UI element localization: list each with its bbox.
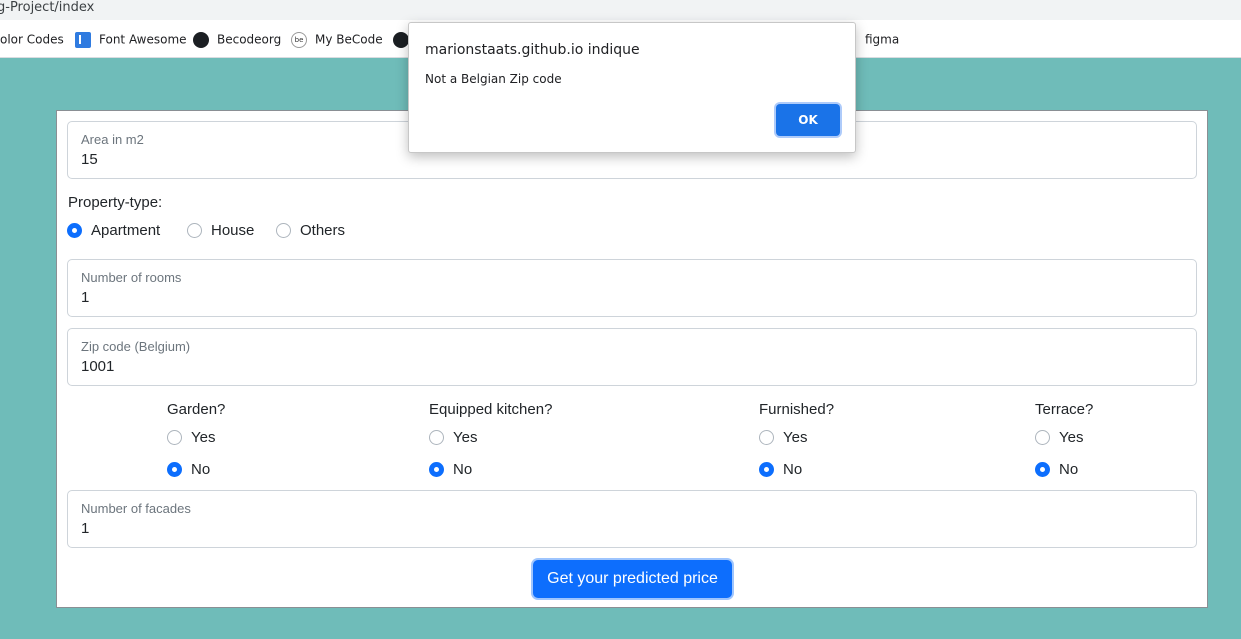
property-type-label: Property-type: (68, 194, 163, 211)
github-icon (393, 31, 409, 48)
radio-label: Yes (783, 429, 808, 447)
facades-field[interactable]: Number of facades 1 (67, 490, 1197, 548)
flag-icon (75, 31, 91, 48)
kitchen-no-radio[interactable]: No (429, 460, 472, 480)
zip-value[interactable]: 1001 (81, 358, 114, 375)
dialog-message: Not a Belgian Zip code (425, 72, 562, 86)
facades-value[interactable]: 1 (81, 520, 89, 537)
bookmark-my-becode[interactable]: be My BeCode (291, 31, 383, 49)
bookmark-label: Font Awesome (99, 32, 187, 47)
zip-field[interactable]: Zip code (Belgium) 1001 (67, 328, 1197, 386)
facades-label: Number of facades (81, 501, 191, 516)
bookmark-label: figma (865, 32, 900, 47)
bookmark-becodeorg[interactable]: Becodeorg (193, 31, 281, 49)
rooms-value[interactable]: 1 (81, 289, 89, 306)
terrace-title: Terrace? (1035, 401, 1094, 418)
predict-price-button[interactable]: Get your predicted price (533, 560, 732, 598)
radio-unchecked-icon (429, 429, 444, 445)
bookmark-color-codes[interactable]: olor Codes (0, 31, 64, 49)
garden-title: Garden? (167, 401, 226, 418)
radio-unchecked-icon (759, 429, 774, 445)
radio-label: No (453, 461, 473, 479)
bookmark-label: My BeCode (315, 32, 383, 47)
prediction-form: Area in m2 15 Property-type: Apartment H… (56, 110, 1208, 608)
radio-label: Yes (191, 429, 216, 447)
terrace-no-radio[interactable]: No (1035, 460, 1078, 480)
radio-label: No (783, 461, 803, 479)
furnished-no-radio[interactable]: No (759, 460, 802, 480)
url-text: g-Project/index (0, 0, 95, 15)
radio-checked-icon (67, 222, 82, 238)
garden-yes-radio[interactable]: Yes (167, 428, 215, 448)
bookmark-label: olor Codes (0, 32, 64, 47)
kitchen-yes-radio[interactable]: Yes (429, 428, 477, 448)
radio-label: House (211, 222, 255, 240)
radio-others[interactable]: Others (276, 221, 345, 241)
radio-label: No (191, 461, 211, 479)
rooms-label: Number of rooms (81, 270, 182, 285)
radio-checked-icon (1035, 461, 1050, 477)
area-value[interactable]: 15 (81, 151, 98, 168)
bookmark-font-awesome[interactable]: Font Awesome (75, 31, 187, 49)
radio-apartment[interactable]: Apartment (67, 221, 160, 241)
ok-button[interactable]: OK (776, 104, 840, 136)
radio-label: Apartment (91, 222, 161, 240)
radio-label: Others (300, 222, 346, 240)
address-bar[interactable]: g-Project/index (0, 0, 1241, 20)
radio-unchecked-icon (187, 222, 202, 238)
area-label: Area in m2 (81, 132, 144, 147)
radio-house[interactable]: House (187, 221, 254, 241)
terrace-yes-radio[interactable]: Yes (1035, 428, 1083, 448)
becode-icon: be (291, 31, 307, 48)
zip-label: Zip code (Belgium) (81, 339, 191, 354)
radio-label: Yes (453, 429, 478, 447)
rooms-field[interactable]: Number of rooms 1 (67, 259, 1197, 317)
kitchen-title: Equipped kitchen? (429, 401, 553, 418)
github-icon (193, 31, 209, 48)
radio-label: Yes (1059, 429, 1084, 447)
radio-label: No (1059, 461, 1079, 479)
radio-unchecked-icon (167, 429, 182, 445)
bookmark-label: Becodeorg (217, 32, 282, 47)
alert-dialog: marionstaats.github.io indique Not a Bel… (408, 22, 856, 153)
radio-unchecked-icon (276, 222, 291, 238)
garden-no-radio[interactable]: No (167, 460, 210, 480)
furnished-title: Furnished? (759, 401, 835, 418)
radio-checked-icon (759, 461, 774, 477)
dialog-title: marionstaats.github.io indique (425, 42, 640, 58)
radio-checked-icon (167, 461, 182, 477)
radio-checked-icon (429, 461, 444, 477)
bookmark-figma[interactable]: figma (865, 31, 899, 49)
furnished-yes-radio[interactable]: Yes (759, 428, 807, 448)
radio-unchecked-icon (1035, 429, 1050, 445)
